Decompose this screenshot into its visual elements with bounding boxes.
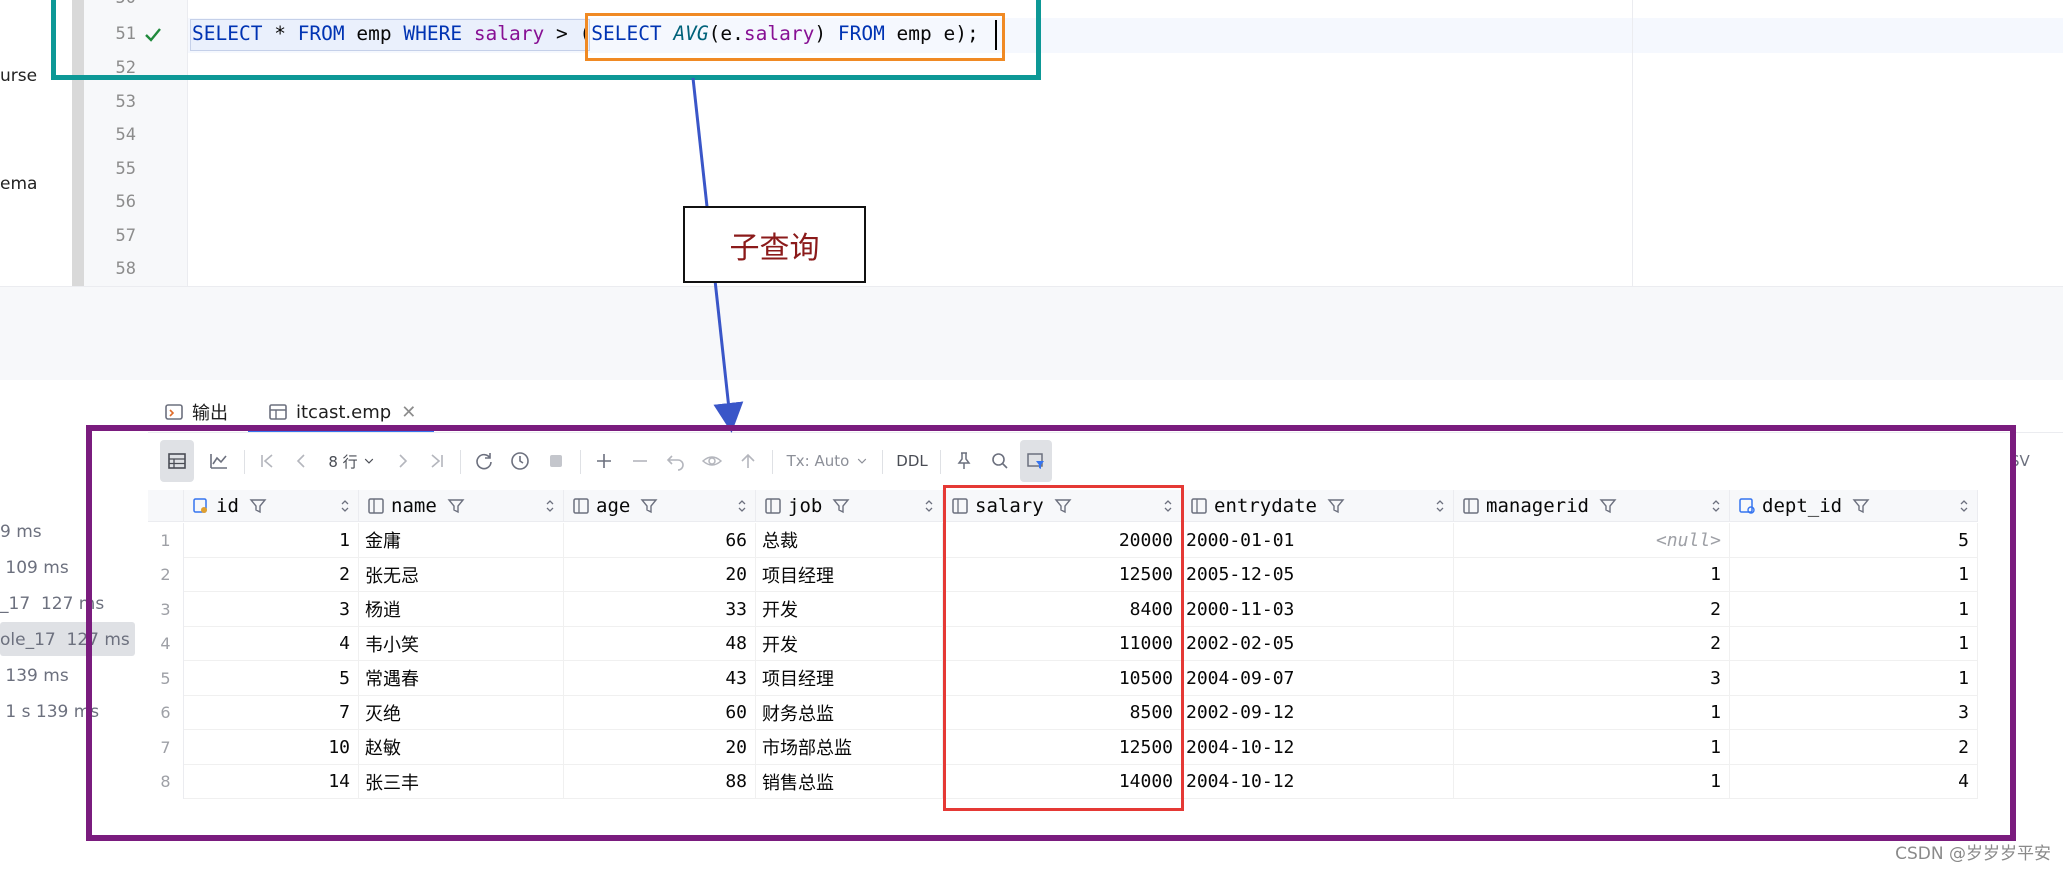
console-icon [165, 404, 183, 420]
tab-label: 输出 [192, 403, 228, 424]
line-number: 53 [115, 92, 136, 112]
tab-label: itcast.emp [296, 401, 392, 423]
line-number: 56 [115, 192, 136, 212]
execution-time[interactable]: 9 ms [0, 522, 42, 542]
editor-right-margin [1632, 0, 1633, 286]
line-number: 55 [115, 159, 136, 179]
sidebar-item-partial[interactable]: ema [0, 174, 37, 194]
watermark: CSDN @岁岁岁平安 [1895, 844, 2051, 864]
panel-gap [0, 320, 2063, 380]
close-icon[interactable]: ✕ [401, 402, 416, 423]
annotation-subquery-frame [585, 13, 1005, 61]
table-icon [269, 404, 287, 420]
line-number: 58 [115, 259, 136, 279]
line-number: 54 [115, 125, 136, 145]
execution-time[interactable]: 1 s 139 ms [0, 702, 99, 722]
line-number: 57 [115, 226, 136, 246]
execution-time[interactable]: 109 ms [0, 558, 68, 578]
annotation-label: 子查询 [683, 206, 866, 283]
annotation-salary-frame [943, 485, 1184, 811]
execution-time[interactable]: 139 ms [0, 666, 68, 686]
sidebar-item-partial[interactable]: urse [0, 66, 37, 86]
editor-bottom-area [0, 286, 2063, 320]
screenshot-root: urse ema 50 51 52 53 54 55 56 57 58 SELE… [0, 0, 2063, 872]
